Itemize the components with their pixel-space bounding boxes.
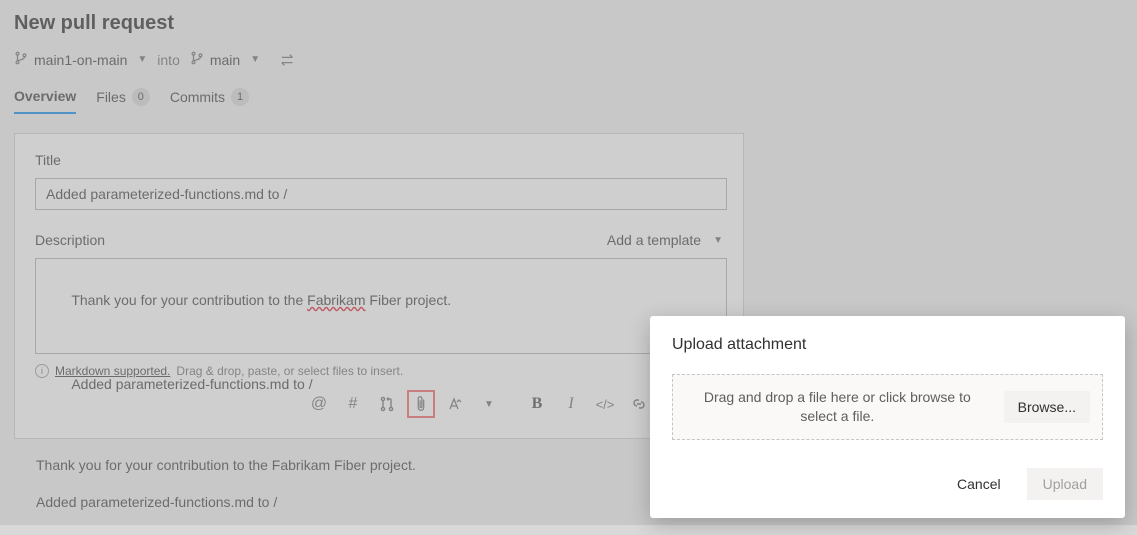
into-label: into	[157, 52, 180, 68]
upload-button[interactable]: Upload	[1027, 468, 1103, 500]
tab-commits[interactable]: Commits 1	[170, 88, 249, 114]
add-template-label: Add a template	[607, 232, 701, 248]
branch-icon	[14, 51, 28, 68]
dropzone[interactable]: Drag and drop a file here or click brows…	[672, 374, 1103, 440]
desc-line1-pre: Thank you for your contribution to the	[71, 292, 307, 308]
count-badge: 1	[231, 88, 249, 106]
title-label: Title	[35, 152, 723, 168]
italic-button[interactable]: I	[557, 390, 585, 418]
desc-line1-post: Fiber project.	[366, 292, 452, 308]
swap-branches-button[interactable]	[280, 53, 296, 67]
mention-button[interactable]: @	[305, 390, 333, 418]
hash-button[interactable]: #	[339, 390, 367, 418]
markdown-hint: i Markdown supported. Drag & drop, paste…	[35, 364, 727, 378]
chevron-down-icon[interactable]: ▼	[475, 390, 503, 418]
description-textarea[interactable]: Thank you for your contribution to the F…	[35, 258, 727, 354]
branch-icon	[190, 51, 204, 68]
text-style-button[interactable]	[441, 390, 469, 418]
chevron-down-icon: ▼	[137, 54, 147, 65]
markdown-supported-link[interactable]: Markdown supported.	[55, 364, 170, 378]
desc-line2: Added parameterized-functions.md to /	[71, 376, 312, 392]
bold-button[interactable]: B	[523, 390, 551, 418]
info-icon: i	[35, 364, 49, 378]
dropzone-text: Drag and drop a file here or click brows…	[685, 388, 990, 426]
chevron-down-icon: ▼	[713, 235, 723, 246]
target-branch-label: main	[210, 52, 240, 68]
tab-label: Commits	[170, 89, 225, 105]
tab-files[interactable]: Files 0	[96, 88, 150, 114]
spellcheck-word: Fabrikam	[307, 292, 365, 308]
title-input[interactable]	[35, 178, 727, 210]
target-branch-select[interactable]: main ▼	[190, 51, 260, 68]
add-template-dropdown[interactable]: Add a template ▼	[607, 232, 723, 248]
browse-button[interactable]: Browse...	[1004, 391, 1090, 423]
modal-actions: Cancel Upload	[672, 468, 1103, 500]
source-branch-label: main1-on-main	[34, 52, 127, 68]
page-title: New pull request	[14, 12, 1123, 35]
tab-label: Files	[96, 89, 126, 105]
count-badge: 0	[132, 88, 150, 106]
tab-overview[interactable]: Overview	[14, 88, 76, 114]
md-hint-text: Drag & drop, paste, or select files to i…	[176, 364, 403, 378]
tabs: Overview Files 0 Commits 1	[14, 88, 1123, 115]
pull-request-icon[interactable]	[373, 390, 401, 418]
upload-attachment-modal: Upload attachment Drag and drop a file h…	[650, 316, 1125, 518]
description-label: Description	[35, 232, 105, 248]
pr-form-panel: Title Description Add a template ▼ Thank…	[14, 133, 744, 439]
attach-file-button[interactable]	[407, 390, 435, 418]
chevron-down-icon: ▼	[250, 54, 260, 65]
branch-selector-row: main1-on-main ▼ into main ▼	[14, 51, 1123, 68]
cancel-button[interactable]: Cancel	[941, 468, 1017, 500]
link-button[interactable]	[625, 390, 653, 418]
code-button[interactable]: </>	[591, 390, 619, 418]
modal-title: Upload attachment	[672, 336, 1103, 354]
tab-label: Overview	[14, 88, 76, 104]
source-branch-select[interactable]: main1-on-main ▼	[14, 51, 147, 68]
